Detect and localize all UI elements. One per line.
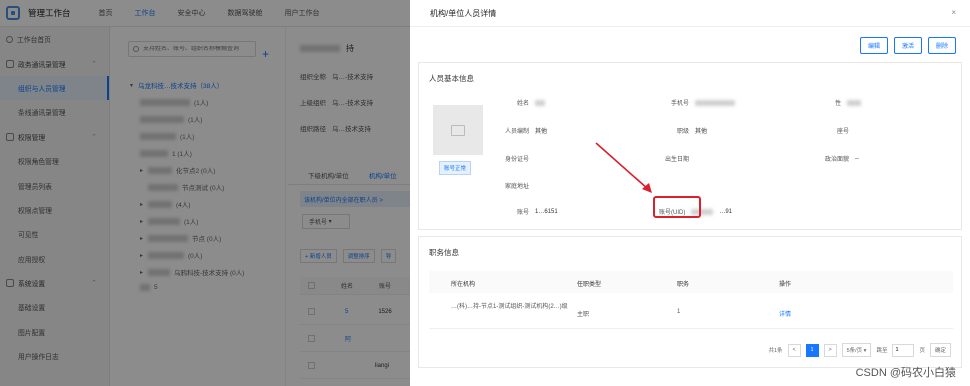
field-seat: 座号 (837, 129, 850, 135)
job-table-row: …(科)…持-节点1-测试组织-测试机构(2…)级 主职 1 详情 (429, 295, 953, 329)
field-political: 政治面貌 -- (825, 155, 860, 164)
job-info-title: 职务信息 (429, 248, 459, 257)
activate-button[interactable]: 激活 (893, 37, 922, 54)
drawer-actions: 编辑 激活 删除 (859, 37, 956, 54)
annotation-arrow (595, 142, 652, 193)
field-birthdate: 出生日期 (665, 157, 690, 163)
modal-mask[interactable] (0, 0, 410, 386)
pager-total: 共1条 (768, 348, 783, 354)
drawer-title: 机构/单位人员详情 (430, 8, 497, 18)
status-badge: 账号正常 (439, 161, 472, 175)
field-account: 账号 1…6151 (517, 208, 558, 217)
person-detail-drawer: 机构/单位人员详情 × 编辑 激活 删除 人员基本信息 账号正常 姓名 手机号 … (410, 0, 970, 386)
pager-page-1[interactable]: 1 (805, 343, 819, 357)
pagination: 共1条 < 1 > 5条/页 ▾ 跳至 页 确定 (768, 343, 951, 357)
pager-jump-input[interactable] (892, 343, 915, 357)
pager-confirm-button[interactable]: 确定 (929, 343, 951, 357)
field-staffing: 人员编制 其他 (505, 129, 548, 135)
job-detail-link[interactable]: 详情 (779, 309, 791, 318)
watermark: CSDN @码农小白猿 (855, 367, 956, 379)
field-home-address: 家庭地址 (505, 184, 530, 190)
close-icon[interactable]: × (951, 8, 956, 17)
page-size-select[interactable]: 5条/页 ▾ (841, 343, 872, 357)
basic-info-card: 人员基本信息 账号正常 姓名 手机号 性 人员编制 其他 职级 其他 座号 身份证号… (418, 62, 962, 230)
field-gender: 性 (835, 98, 867, 107)
job-info-card: 职务信息 所在机构 任职类型 职务 操作 …(科)…持-节点1-测试组织-测试机… (418, 236, 962, 368)
pager-next-icon[interactable]: > (823, 343, 837, 357)
delete-button[interactable]: 删除 (927, 37, 956, 54)
field-name: 姓名 (517, 98, 551, 107)
pager-prev-icon[interactable]: < (787, 343, 801, 357)
job-table-header: 所在机构 任职类型 职务 操作 (429, 271, 953, 293)
field-id-number: 身份证号 (505, 157, 530, 163)
field-phone: 手机号 (671, 98, 741, 107)
field-rank: 职级 其他 (677, 129, 708, 135)
basic-info-title: 人员基本信息 (429, 74, 474, 83)
image-placeholder-icon (451, 124, 465, 136)
drawer-header: 机构/单位人员详情 × (410, 0, 970, 27)
annotation-highlight-box (653, 196, 701, 218)
edit-button[interactable]: 编辑 (859, 37, 888, 54)
avatar (433, 105, 483, 155)
